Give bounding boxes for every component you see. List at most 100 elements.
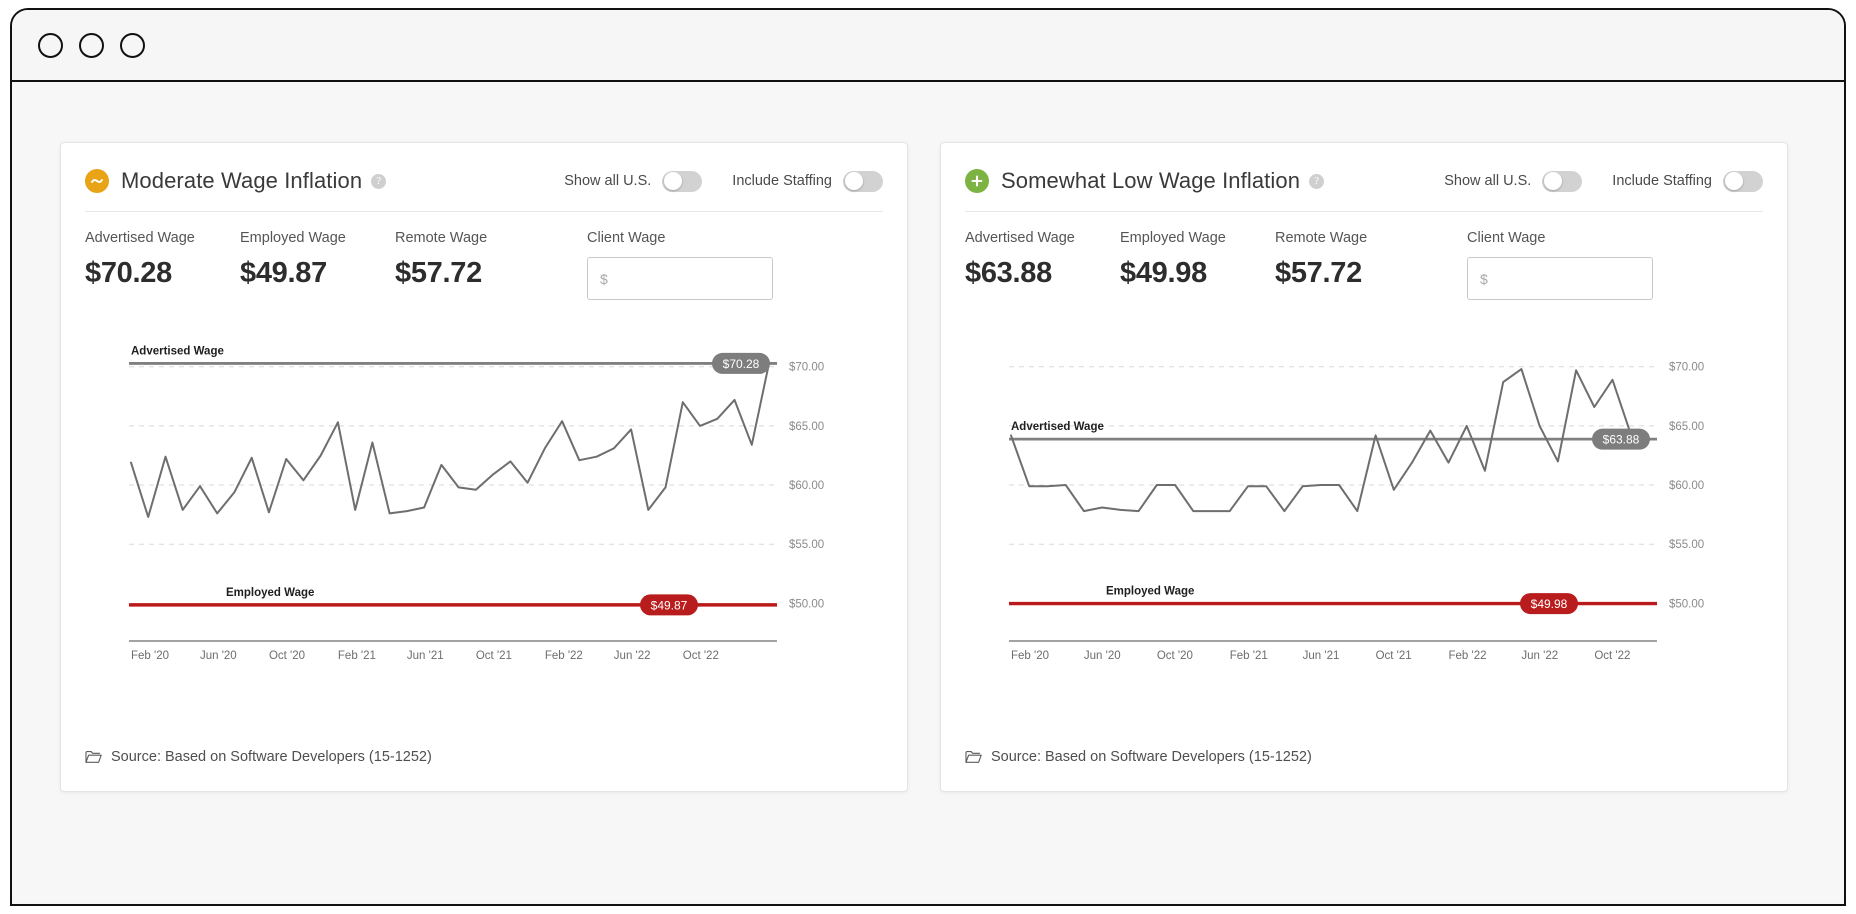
page-title: Moderate Wage Inflation bbox=[121, 168, 362, 194]
svg-text:$60.00: $60.00 bbox=[1669, 480, 1704, 492]
svg-text:Jun '21: Jun '21 bbox=[1303, 650, 1340, 662]
toggle-show-all-us-group: Show all U.S. bbox=[1444, 171, 1582, 192]
stat-label: Advertised Wage bbox=[965, 230, 1120, 246]
svg-text:$70.28: $70.28 bbox=[723, 357, 760, 371]
svg-text:Feb '22: Feb '22 bbox=[1448, 650, 1486, 662]
svg-text:Feb '20: Feb '20 bbox=[131, 650, 169, 662]
stat-label: Employed Wage bbox=[240, 230, 395, 246]
minimize-circle-icon[interactable] bbox=[79, 33, 104, 58]
close-circle-icon[interactable] bbox=[38, 33, 63, 58]
svg-text:Jun '21: Jun '21 bbox=[407, 650, 444, 662]
svg-text:Jun '22: Jun '22 bbox=[1521, 650, 1558, 662]
client-wage-input[interactable] bbox=[1467, 257, 1653, 300]
stat-value: $49.98 bbox=[1120, 257, 1275, 290]
stat-employed-wage: Employed Wage $49.98 bbox=[1120, 230, 1275, 290]
stat-label: Advertised Wage bbox=[85, 230, 240, 246]
browser-window: Moderate Wage Inflation ? Show all U.S. … bbox=[10, 8, 1846, 906]
toggle-knob bbox=[1544, 172, 1562, 190]
svg-text:Feb '21: Feb '21 bbox=[1230, 650, 1268, 662]
wage-inflation-card-moderate: Moderate Wage Inflation ? Show all U.S. … bbox=[60, 142, 908, 792]
stat-value: $63.88 bbox=[965, 257, 1120, 290]
stats-row: Advertised Wage $63.88 Employed Wage $49… bbox=[941, 212, 1787, 300]
client-wage-input[interactable] bbox=[587, 257, 773, 300]
toggle-show-all-us-label: Show all U.S. bbox=[564, 173, 651, 189]
card-footer: Source: Based on Software Developers (15… bbox=[965, 749, 1312, 765]
wage-inflation-card-somewhat-low: Somewhat Low Wage Inflation ? Show all U… bbox=[940, 142, 1788, 792]
svg-text:$70.00: $70.00 bbox=[1669, 362, 1704, 374]
plus-circle-icon bbox=[965, 169, 989, 193]
svg-text:$63.88: $63.88 bbox=[1603, 433, 1640, 447]
svg-text:Oct '21: Oct '21 bbox=[476, 650, 512, 662]
stat-value: $49.87 bbox=[240, 257, 395, 290]
tilde-circle-icon bbox=[85, 169, 109, 193]
toggle-include-staffing[interactable] bbox=[843, 171, 883, 192]
stat-label: Employed Wage bbox=[1120, 230, 1275, 246]
toggle-show-all-us-group: Show all U.S. bbox=[564, 171, 702, 192]
card-footer: Source: Based on Software Developers (15… bbox=[85, 749, 432, 765]
folder-icon bbox=[85, 750, 102, 764]
stat-advertised-wage: Advertised Wage $63.88 bbox=[965, 230, 1120, 290]
header-controls: Show all U.S. Include Staffing bbox=[564, 171, 883, 192]
page-title: Somewhat Low Wage Inflation bbox=[1001, 168, 1300, 194]
stat-value: $57.72 bbox=[1275, 257, 1467, 290]
svg-text:$70.00: $70.00 bbox=[789, 362, 824, 374]
traffic-light-buttons bbox=[38, 33, 145, 58]
stat-remote-wage: Remote Wage $57.72 bbox=[395, 230, 587, 290]
wage-trend-chart: $70.00$65.00$60.00$55.00$50.00Advertised… bbox=[73, 341, 897, 671]
stat-client-wage: Client Wage bbox=[1467, 230, 1662, 300]
svg-text:$50.00: $50.00 bbox=[1669, 598, 1704, 610]
client-wage-label: Client Wage bbox=[587, 230, 782, 246]
svg-text:Oct '20: Oct '20 bbox=[269, 650, 305, 662]
svg-text:Oct '20: Oct '20 bbox=[1157, 650, 1193, 662]
source-text: Source: Based on Software Developers (15… bbox=[111, 749, 432, 765]
stats-row: Advertised Wage $70.28 Employed Wage $49… bbox=[61, 212, 907, 300]
help-icon[interactable]: ? bbox=[1309, 174, 1324, 189]
svg-text:Employed Wage: Employed Wage bbox=[226, 587, 314, 599]
toggle-knob bbox=[845, 172, 863, 190]
client-wage-label: Client Wage bbox=[1467, 230, 1662, 246]
toggle-include-staffing-group: Include Staffing bbox=[1612, 171, 1763, 192]
stat-label: Remote Wage bbox=[1275, 230, 1467, 246]
svg-text:$65.00: $65.00 bbox=[1669, 421, 1704, 433]
maximize-circle-icon[interactable] bbox=[120, 33, 145, 58]
svg-text:Jun '22: Jun '22 bbox=[614, 650, 651, 662]
toggle-knob bbox=[664, 172, 682, 190]
stat-employed-wage: Employed Wage $49.87 bbox=[240, 230, 395, 290]
svg-text:$55.00: $55.00 bbox=[789, 539, 824, 551]
svg-text:$55.00: $55.00 bbox=[1669, 539, 1704, 551]
toggle-show-all-us[interactable] bbox=[662, 171, 702, 192]
svg-text:$60.00: $60.00 bbox=[789, 480, 824, 492]
toggle-show-all-us-label: Show all U.S. bbox=[1444, 173, 1531, 189]
svg-text:$49.98: $49.98 bbox=[1531, 597, 1568, 611]
source-text: Source: Based on Software Developers (15… bbox=[991, 749, 1312, 765]
svg-text:Feb '21: Feb '21 bbox=[338, 650, 376, 662]
page-content: Moderate Wage Inflation ? Show all U.S. … bbox=[12, 82, 1844, 903]
card-header: Somewhat Low Wage Inflation ? Show all U… bbox=[941, 143, 1787, 199]
help-icon[interactable]: ? bbox=[371, 174, 386, 189]
header-controls: Show all U.S. Include Staffing bbox=[1444, 171, 1763, 192]
wage-trend-chart: $70.00 $65.00 $60.00 $55.00 $50.00 Advertised… bbox=[953, 341, 1777, 671]
folder-icon bbox=[965, 750, 982, 764]
chart-svg: $70.00 $65.00 $60.00 $55.00 $50.00 Advertised… bbox=[953, 341, 1777, 671]
window-titlebar bbox=[12, 10, 1844, 82]
toggle-include-staffing-label: Include Staffing bbox=[732, 173, 832, 189]
svg-text:$65.00: $65.00 bbox=[789, 421, 824, 433]
svg-text:Oct '22: Oct '22 bbox=[1594, 650, 1630, 662]
svg-text:Employed Wage: Employed Wage bbox=[1106, 586, 1194, 598]
svg-text:Feb '20: Feb '20 bbox=[1011, 650, 1049, 662]
toggle-include-staffing[interactable] bbox=[1723, 171, 1763, 192]
svg-text:Jun '20: Jun '20 bbox=[200, 650, 237, 662]
svg-text:Jun '20: Jun '20 bbox=[1084, 650, 1121, 662]
stat-value: $70.28 bbox=[85, 257, 240, 290]
toggle-knob bbox=[1725, 172, 1743, 190]
panel-container: Moderate Wage Inflation ? Show all U.S. … bbox=[60, 142, 1796, 792]
toggle-include-staffing-label: Include Staffing bbox=[1612, 173, 1712, 189]
toggle-include-staffing-group: Include Staffing bbox=[732, 171, 883, 192]
svg-text:Oct '21: Oct '21 bbox=[1376, 650, 1412, 662]
svg-text:$50.00: $50.00 bbox=[789, 598, 824, 610]
svg-text:$49.87: $49.87 bbox=[651, 598, 688, 612]
toggle-show-all-us[interactable] bbox=[1542, 171, 1582, 192]
svg-text:Advertised Wage: Advertised Wage bbox=[1011, 421, 1104, 433]
stat-remote-wage: Remote Wage $57.72 bbox=[1275, 230, 1467, 290]
stat-advertised-wage: Advertised Wage $70.28 bbox=[85, 230, 240, 290]
